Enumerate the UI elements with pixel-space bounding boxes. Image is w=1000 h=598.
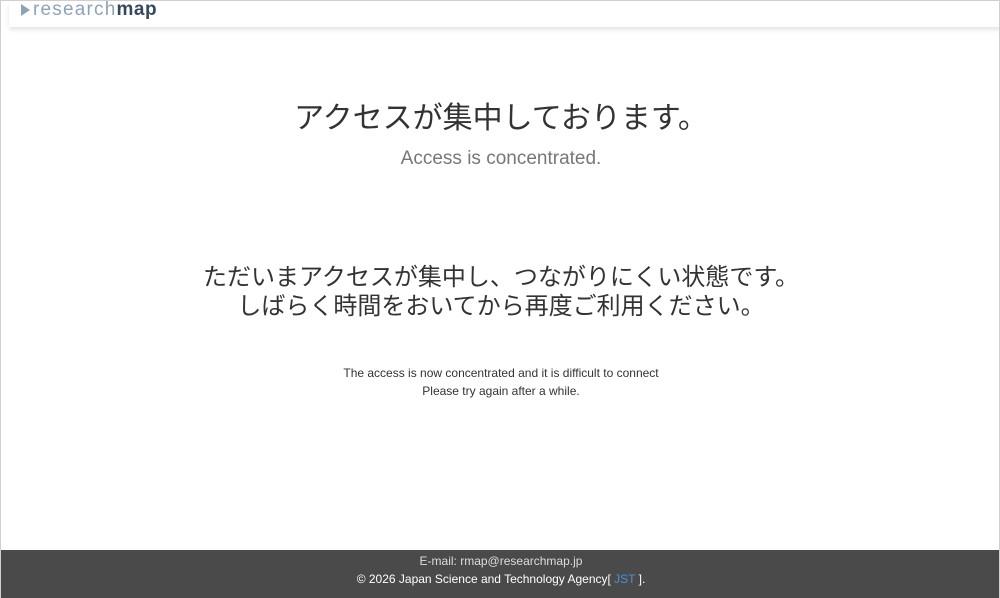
page-title-japanese: アクセスが集中しております。 <box>294 101 708 136</box>
message-japanese: ただいまアクセスが集中し、つながりにくい状態です。 しばらく時間をおいてから再度… <box>1 263 999 321</box>
error-page: research map アクセスが集中しております。 Access is co… <box>0 0 1000 598</box>
header-bar: research map <box>9 0 999 27</box>
page-title-english: Access is concentrated. <box>400 148 602 169</box>
message-english-line-2: Please try again after a while. <box>422 384 580 398</box>
message-japanese-line-2: しばらく時間をおいてから再度ご利用ください。 <box>237 292 765 320</box>
message-japanese-line-1: ただいまアクセスが集中し、つながりにくい状態です。 <box>203 263 799 291</box>
logo-text-map: map <box>116 0 158 20</box>
researchmap-logo[interactable]: research map <box>21 0 158 21</box>
message-english-line-1: The access is now concentrated and it is… <box>343 366 659 380</box>
copyright-suffix: ]. <box>638 572 646 586</box>
footer: E-mail: rmap@researchmap.jp © 2026 Japan… <box>1 550 999 598</box>
footer-copyright: © 2026 Japan Science and Technology Agen… <box>1 571 999 587</box>
message-english: The access is now concentrated and it is… <box>1 364 999 400</box>
footer-email: E-mail: rmap@researchmap.jp <box>419 554 583 568</box>
logo-text-research: research <box>33 0 117 20</box>
copyright-text: © 2026 Japan Science and Technology Agen… <box>356 572 611 586</box>
jst-link[interactable]: JST <box>611 572 639 586</box>
triangle-play-icon <box>21 4 30 16</box>
